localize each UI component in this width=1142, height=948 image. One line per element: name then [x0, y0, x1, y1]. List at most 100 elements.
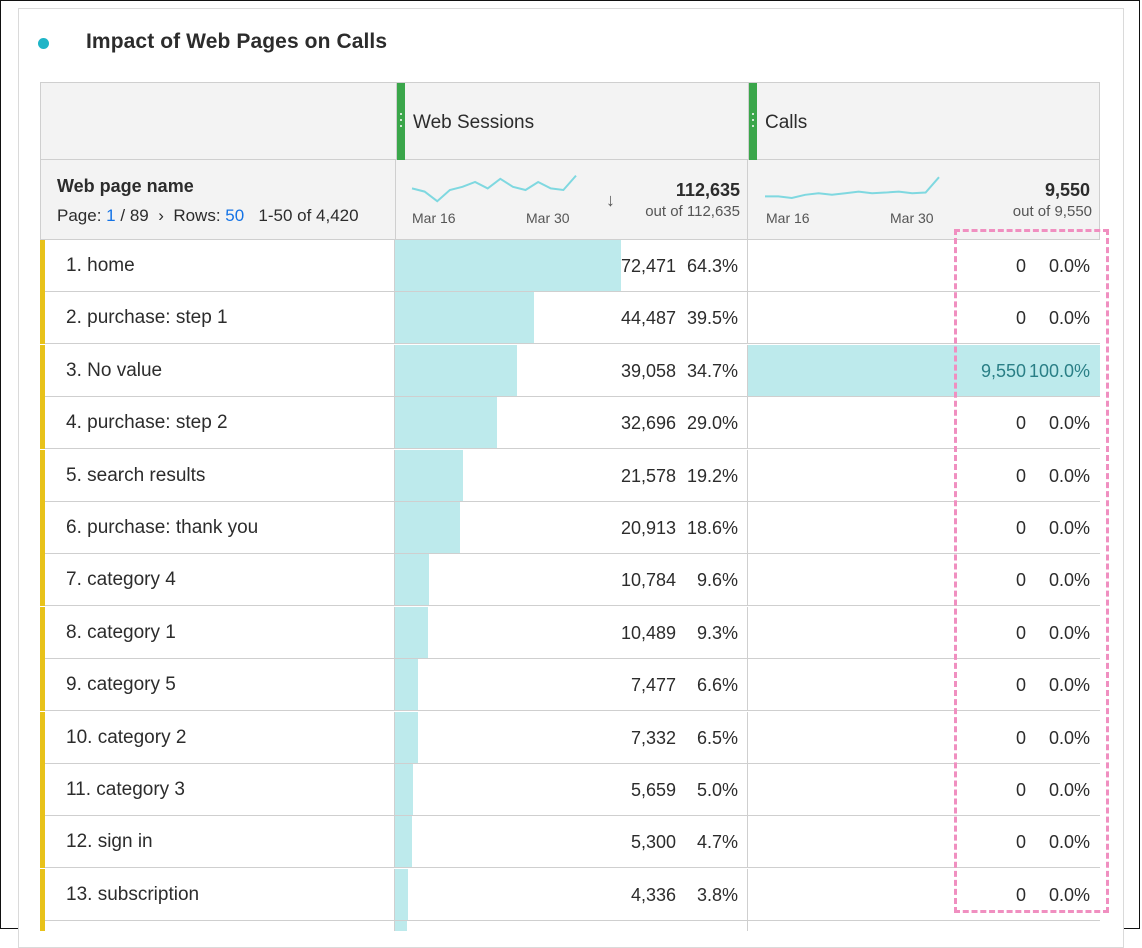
row-marker [40, 606, 45, 659]
row-dimension-name[interactable]: 7. category 4 [66, 569, 176, 591]
sparkline-path [411, 174, 577, 203]
row-dimension-name[interactable]: 10. category 2 [66, 727, 186, 749]
table-row[interactable]: 1. home 72,471 64.3% 0 0.0% [40, 240, 1100, 292]
table-row[interactable]: 11. category 3 5,659 5.0% 0 0.0% [40, 764, 1100, 816]
column-divider [394, 292, 395, 345]
web-sessions-value: 10,784 [620, 570, 676, 591]
web-sessions-value: 72,471 [620, 256, 676, 276]
table-row[interactable]: 4. purchase: step 2 32,696 29.0% 0 0.0% [40, 397, 1100, 450]
column-divider [747, 240, 748, 292]
column-divider [747, 554, 748, 607]
dimension-name[interactable]: Web page name [57, 176, 194, 197]
column-header-web-sessions[interactable]: Web Sessions [396, 83, 749, 161]
panel-title[interactable]: Impact of Web Pages on Calls [86, 30, 387, 54]
web-sessions-percent: 6.6% [696, 675, 738, 696]
column-divider [394, 502, 395, 554]
row-marker [40, 344, 45, 397]
table-row[interactable]: 6. purchase: thank you 20,913 18.6% 0 0.0% [40, 502, 1100, 554]
column-divider [747, 868, 748, 921]
column-divider [747, 449, 748, 502]
web-sessions-bar [395, 397, 498, 449]
web-sessions-value: 5,300 [630, 832, 676, 853]
row-range: 1-50 of 4,420 [258, 206, 359, 225]
column-divider [747, 659, 748, 712]
sort-descending-icon[interactable]: ↓ [606, 190, 615, 211]
column-drag-handle-icon[interactable] [749, 83, 757, 161]
row-dimension-name[interactable]: 4. purchase: step 2 [66, 412, 228, 434]
pagination: Page: 1 / 89 › Rows: 50 1-50 of 4,420 [57, 206, 393, 226]
row-dimension-name[interactable]: 2. purchase: step 1 [66, 307, 228, 329]
table-row[interactable]: 2. purchase: step 1 44,487 39.5% 0 0.0% [40, 292, 1100, 345]
web-sessions-percent: 9.3% [696, 622, 738, 643]
web-sessions-value: 7,332 [630, 727, 676, 748]
web-sessions-percent: 9.6% [696, 570, 738, 591]
web-sessions-percent: 19.2% [686, 465, 738, 486]
column-divider [394, 344, 395, 397]
column-drag-handle-icon[interactable] [397, 83, 405, 161]
table-row[interactable]: 8. category 1 10,489 9.3% 0 0.0% [40, 606, 1100, 659]
table-row[interactable] [40, 921, 1100, 931]
table-row[interactable]: 9. category 5 7,477 6.6% 0 0.0% [40, 659, 1100, 712]
web-sessions-percent: 6.5% [696, 727, 738, 748]
web-sessions-percent: 29.0% [686, 413, 738, 434]
web-sessions-bar [395, 764, 413, 815]
row-marker [40, 921, 45, 931]
row-dimension-name[interactable]: 11. category 3 [66, 779, 185, 801]
column-label: Web Sessions [413, 112, 535, 133]
column-divider [394, 921, 395, 931]
calls-out-of: out of 9,550 [1012, 203, 1092, 220]
column-divider [747, 344, 748, 397]
column-header-calls[interactable]: Calls [748, 83, 1101, 161]
table-row[interactable]: 13. subscription 4,336 3.8% 0 0.0% [40, 868, 1100, 921]
column-divider [747, 606, 748, 659]
web-sessions-percent: 3.8% [696, 884, 738, 905]
web-sessions-value: 44,487 [620, 308, 676, 329]
column-divider [394, 606, 395, 659]
table-row[interactable]: 10. category 2 7,332 6.5% 0 0.0% [40, 711, 1100, 764]
web-sessions-percent: 39.5% [686, 308, 738, 329]
table-row[interactable]: 12. sign in 5,300 4.7% 0 0.0% [40, 816, 1100, 869]
column-divider [394, 816, 395, 869]
row-dimension-name[interactable]: 5. search results [66, 465, 205, 487]
row-dimension-name[interactable]: 6. purchase: thank you [66, 517, 258, 539]
row-dimension-name[interactable]: 13. subscription [66, 884, 199, 906]
web-sessions-percent: 34.7% [686, 360, 738, 381]
web-sessions-value: 7,477 [630, 675, 676, 696]
column-divider [747, 764, 748, 816]
row-dimension-name[interactable]: 9. category 5 [66, 674, 176, 696]
column-label: Calls [765, 112, 808, 133]
web-sessions-value: 20,913 [620, 518, 676, 538]
web-sessions-bar [395, 868, 409, 920]
column-divider [394, 449, 395, 502]
row-marker [40, 502, 45, 554]
row-dimension-name[interactable]: 3. No value [66, 360, 162, 382]
row-marker [40, 240, 45, 292]
rows-per-page-select[interactable]: 50 [225, 206, 244, 225]
row-marker [40, 659, 45, 712]
row-dimension-name[interactable]: 8. category 1 [66, 622, 176, 644]
row-marker [40, 816, 45, 869]
web-sessions-bar [395, 502, 461, 553]
sparkline-path [765, 176, 940, 200]
row-dimension-name[interactable]: 12. sign in [66, 831, 153, 853]
page-number-input[interactable]: 1 [106, 206, 115, 225]
web-sessions-bar [395, 921, 408, 931]
row-dimension-name[interactable]: 1. home [66, 255, 135, 277]
web-sessions-value: 4,336 [630, 884, 676, 905]
next-page-chevron-icon[interactable]: › [158, 206, 164, 225]
web-sessions-trend-sparkline[interactable] [410, 170, 578, 210]
row-marker [40, 449, 45, 502]
calls-trend-sparkline[interactable] [763, 170, 941, 210]
table-row[interactable]: 5. search results 21,578 19.2% 0 0.0% [40, 449, 1100, 502]
table-row[interactable]: 3. No value 39,058 34.7% 9,550 100.0% [40, 344, 1100, 397]
highlight-annotation-box [954, 229, 1109, 913]
column-divider [747, 502, 748, 554]
rows-label: Rows: [173, 206, 221, 225]
row-marker [40, 397, 45, 450]
row-marker [40, 554, 45, 607]
page-total: / 89 [120, 206, 149, 225]
table-row[interactable]: 7. category 4 10,784 9.6% 0 0.0% [40, 554, 1100, 607]
web-sessions-value: 10,489 [620, 622, 676, 643]
web-sessions-bar [395, 711, 418, 763]
web-sessions-percent: 64.3% [686, 256, 738, 276]
